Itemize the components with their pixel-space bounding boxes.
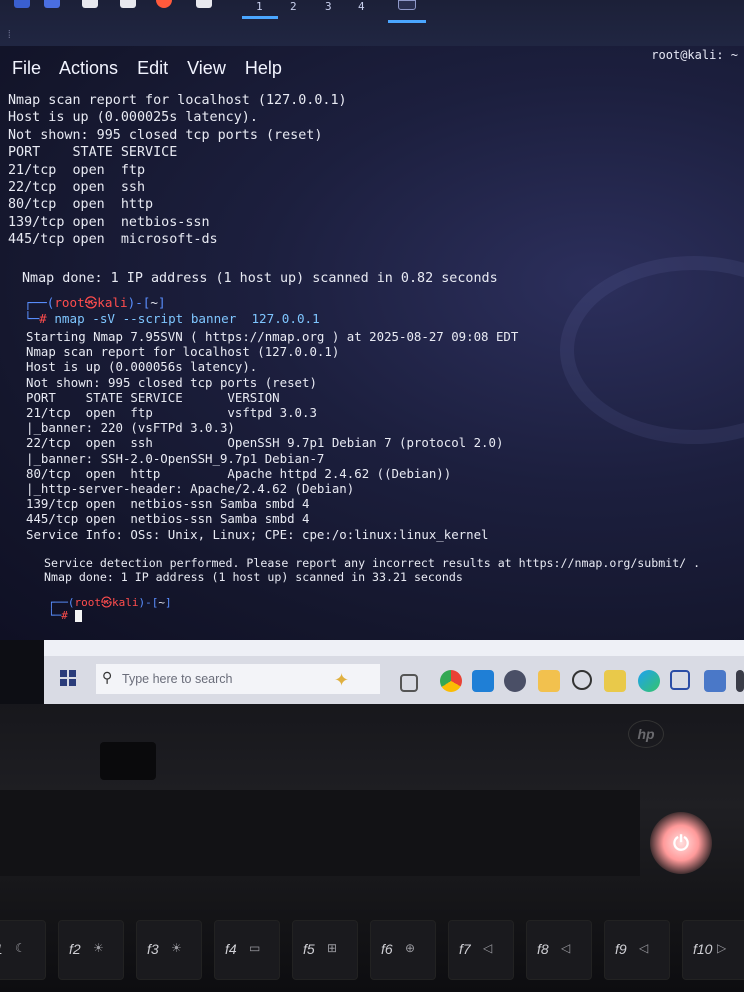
top-panel: 1 2 3 4 ⁞ (0, 0, 744, 46)
command-text: nmap -sV --script banner 127.0.0.1 (54, 311, 320, 326)
laptop-hinge (100, 742, 156, 780)
terminal-output-second-scan: Starting Nmap 7.95SVN ( https://nmap.org… (26, 329, 519, 542)
terminal-output-service-detection: Service detection performed. Please repo… (44, 556, 701, 585)
key-function-icon: ☀ (93, 941, 104, 955)
notes-icon[interactable] (604, 670, 626, 692)
key-function-icon: ◁ (483, 941, 493, 955)
app-icon[interactable] (196, 0, 212, 8)
key-f1[interactable]: f1 ☾ (0, 920, 46, 980)
menu-file[interactable]: File (12, 58, 41, 78)
key-f5[interactable]: f5 ⊞ (292, 920, 358, 980)
menu-edit[interactable]: Edit (137, 58, 168, 78)
speaker-grille (0, 790, 640, 876)
terminal-output-scan-done: Nmap done: 1 IP address (1 host up) scan… (22, 271, 498, 286)
panel-marker: ⁞ (6, 28, 13, 41)
workspace-active-indicator (242, 16, 278, 19)
edge-icon[interactable] (638, 670, 660, 692)
prompt-frame: ┌──( (48, 596, 75, 609)
key-f7[interactable]: f7 ◁ (448, 920, 514, 980)
key-label: f10 (693, 941, 713, 957)
key-label: f1 (0, 941, 3, 957)
window-active-indicator (388, 20, 426, 23)
search-input[interactable]: Type here to search (122, 672, 232, 686)
search-icon: ⚲ (102, 670, 113, 686)
key-f6[interactable]: f6 ⊕ (370, 920, 436, 980)
taskbar-top-edge (44, 640, 744, 656)
workspace-2[interactable]: 2 (290, 0, 297, 13)
menu-help[interactable]: Help (245, 58, 282, 78)
key-label: f8 (537, 941, 549, 957)
taskbar: ⚲ Type here to search ✦ (44, 640, 744, 704)
key-f10[interactable]: f10 ▷ (682, 920, 744, 980)
key-label: f4 (225, 941, 237, 957)
overflow-icon[interactable] (736, 670, 744, 692)
key-label: f2 (69, 941, 81, 957)
key-f2[interactable]: f2 ☀ (58, 920, 124, 980)
kali-icon[interactable] (704, 670, 726, 692)
app-icon[interactable] (14, 0, 30, 8)
vscode-icon[interactable] (472, 670, 494, 692)
prompt-frame: └─ (24, 311, 40, 326)
window-title: root@kali: ~ (651, 48, 738, 62)
box-icon[interactable] (670, 670, 690, 690)
app-icon-2[interactable] (572, 670, 592, 690)
key-function-icon: ⊞ (327, 941, 338, 955)
prompt-path: ~ (158, 596, 165, 609)
app-icon[interactable] (504, 670, 526, 692)
hp-logo: hp (628, 720, 664, 748)
key-f3[interactable]: f3 ☀ (136, 920, 202, 980)
text-cursor (74, 610, 82, 622)
key-label: f5 (303, 941, 315, 957)
key-function-icon: ☀ (171, 941, 182, 955)
key-function-icon: ◁ (561, 941, 571, 955)
key-label: f3 (147, 941, 159, 957)
key-f4[interactable]: f4 ▭ (214, 920, 280, 980)
prompt-path: ~ (150, 295, 158, 310)
key-label: f9 (615, 941, 627, 957)
menu-view[interactable]: View (187, 58, 226, 78)
key-function-icon: ▷ (717, 941, 727, 955)
key-label: f6 (381, 941, 393, 957)
file-explorer-icon[interactable] (538, 670, 560, 692)
workspace-1[interactable]: 1 (256, 0, 263, 13)
key-f9[interactable]: f9 ◁ (604, 920, 670, 980)
menu-bar: File Actions Edit View Help (12, 58, 296, 79)
prompt-frame: ] (157, 295, 166, 310)
app-icon[interactable] (82, 0, 98, 8)
prompt-frame: ┌──( (24, 295, 55, 310)
key-f8[interactable]: f8 ◁ (526, 920, 592, 980)
task-view-icon[interactable] (400, 674, 418, 692)
prompt-frame: └─ (48, 609, 62, 622)
chrome-icon[interactable] (440, 670, 462, 692)
terminal-window: root@kali: ~ File Actions Edit View Help… (0, 46, 744, 640)
power-icon: ⏻ (673, 831, 689, 855)
prompt-user: root㉿kali (74, 596, 139, 609)
power-button[interactable]: ⏻ (650, 812, 712, 874)
key-function-icon: ◁ (639, 941, 649, 955)
windows-start-icon[interactable] (60, 670, 76, 686)
prompt-user: root㉿kali (54, 295, 128, 310)
app-icon[interactable] (44, 0, 60, 8)
menu-actions[interactable]: Actions (59, 58, 118, 78)
prompt-frame: )-[ (138, 596, 159, 609)
terminal-output-first-scan: Nmap scan report for localhost (127.0.0.… (8, 93, 347, 248)
terminal-icon[interactable] (398, 0, 416, 10)
key-label: f7 (459, 941, 471, 957)
workspace-4[interactable]: 4 (358, 0, 365, 13)
firefox-icon[interactable] (156, 0, 172, 8)
app-icon[interactable] (120, 0, 136, 8)
workspace-3[interactable]: 3 (325, 0, 332, 13)
prompt-frame: ] (164, 596, 172, 609)
key-function-icon: ▭ (249, 941, 261, 955)
function-key-row: f1 ☾ f2 ☀ f3 ☀ f4 ▭ f5 ⊞ f6 ⊕ f7 ◁ f8 ◁ f9 ◁ f10 ▷ (0, 912, 744, 992)
prompt-hash: # (39, 311, 55, 326)
terminal-prompt: ┌──(root㉿kali)-[~] └─# nmap -sV --script… (24, 295, 320, 327)
prompt-hash: # (61, 609, 75, 622)
key-function-icon: ☾ (15, 941, 26, 955)
key-function-icon: ⊕ (405, 941, 416, 955)
terminal-prompt-current[interactable]: ┌──(root㉿kali)-[~] └─# (48, 596, 172, 622)
sparkle-icon[interactable]: ✦ (334, 670, 349, 691)
prompt-frame: )-[ (127, 295, 151, 310)
